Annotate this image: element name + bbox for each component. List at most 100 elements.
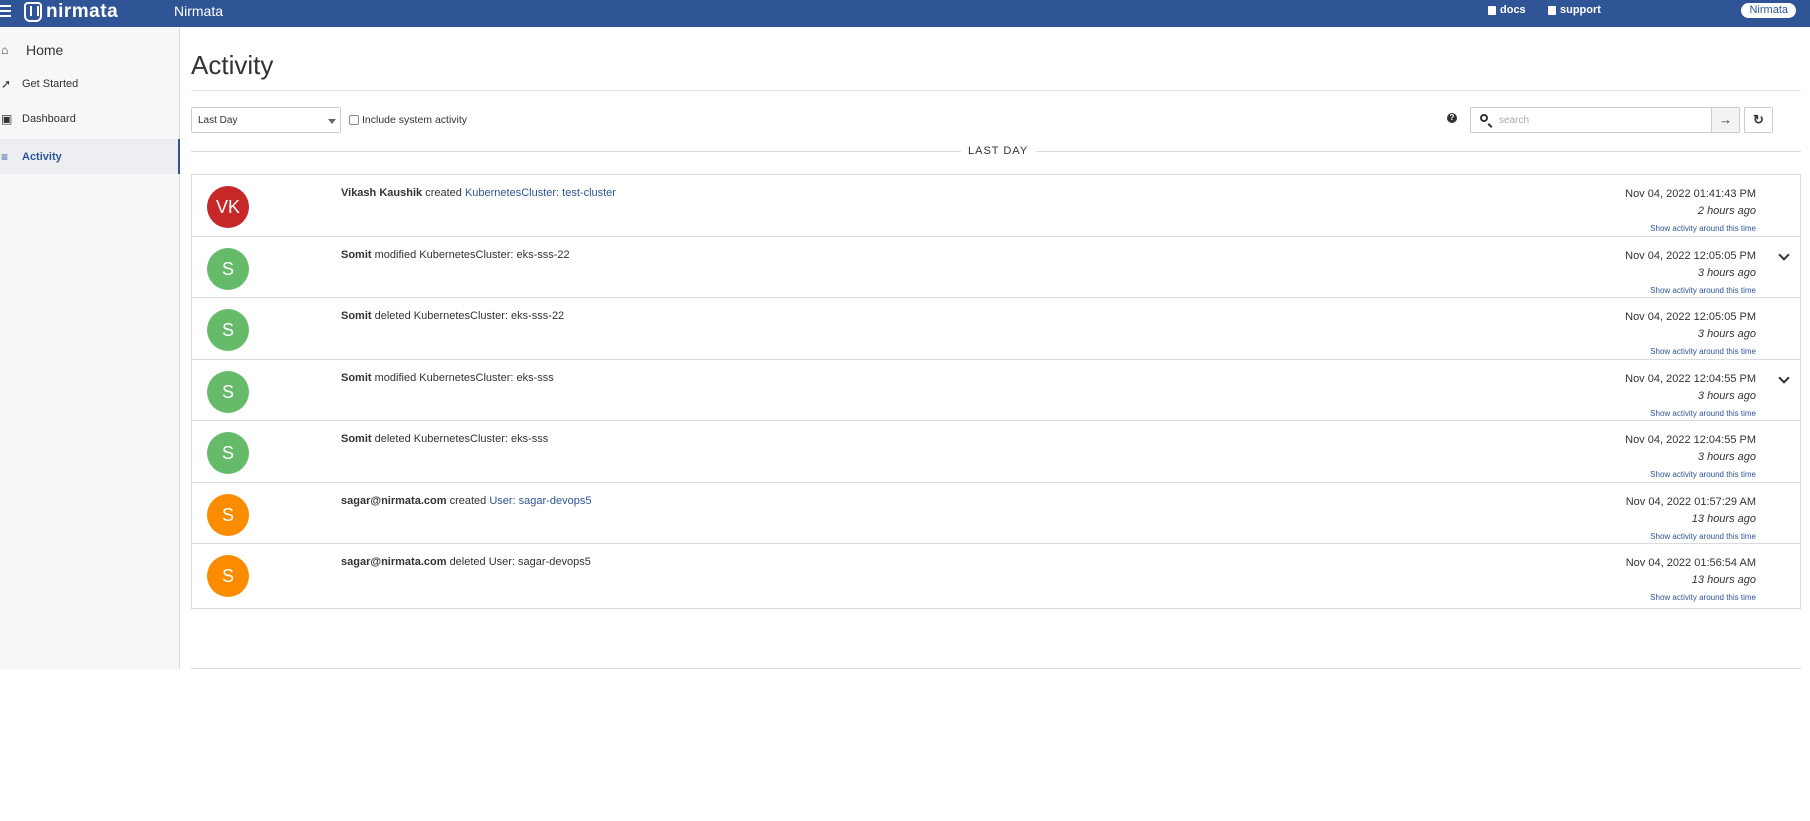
top-navbar: nirmata Nirmata docs support Nirmata bbox=[0, 0, 1810, 27]
activity-card: S Somit modified KubernetesCluster: eks-s… bbox=[191, 358, 1801, 425]
show-activity-around-link[interactable]: Show activity around this time bbox=[1650, 532, 1756, 541]
caret-down-icon bbox=[328, 119, 336, 124]
activity-relative-time: 3 hours ago bbox=[1697, 328, 1756, 340]
time-range-select[interactable]: Last Day bbox=[191, 107, 341, 133]
activity-relative-time: 3 hours ago bbox=[1697, 266, 1756, 279]
sidebar-item-label: Get Started bbox=[22, 78, 79, 90]
activity-actor: sagar@nirmata.com bbox=[341, 494, 447, 507]
user-menu-button[interactable]: Nirmata bbox=[1741, 3, 1796, 18]
avatar: S bbox=[207, 247, 249, 290]
avatar: S bbox=[207, 309, 249, 351]
activity-object: KubernetesCluster: eks-sss bbox=[413, 433, 549, 445]
time-range-value: Last Day bbox=[198, 115, 238, 126]
activity-timestamp: Nov 04, 2022 12:05:05 PM bbox=[1625, 249, 1756, 262]
show-activity-around-link[interactable]: Show activity around this time bbox=[1650, 286, 1756, 295]
activity-actor: Somit bbox=[341, 310, 372, 322]
show-activity-around-link[interactable]: Show activity around this time bbox=[1650, 409, 1756, 418]
activity-actor: Somit bbox=[341, 248, 372, 261]
activity-card: Ssagar@nirmata.com deleted User: sagar-d… bbox=[191, 543, 1801, 609]
activity-object: KubernetesCluster: eks-sss-22 bbox=[419, 248, 570, 261]
dashboard-icon: ▣ bbox=[1, 112, 13, 126]
menu-toggle-icon[interactable] bbox=[0, 5, 12, 19]
docs-label: docs bbox=[1500, 4, 1526, 16]
activity-verb: deleted bbox=[449, 556, 486, 568]
sidebar-item-get-started[interactable]: ➚ Get Started bbox=[0, 73, 180, 95]
list-icon: ≡ bbox=[1, 149, 9, 164]
activity-card: S Somit modified KubernetesCluster: eks-s… bbox=[191, 235, 1801, 302]
activity-actor: sagar@nirmata.com bbox=[341, 556, 447, 568]
home-icon: ⌂ bbox=[1, 43, 9, 57]
logo-text: nirmata bbox=[46, 1, 119, 22]
sidebar-item-home[interactable]: ⌂ Home bbox=[0, 37, 180, 63]
avatar: VK bbox=[207, 186, 249, 228]
activity-description: Somit deleted KubernetesCluster: eks-sss bbox=[341, 433, 548, 445]
include-system-label: Include system activity bbox=[362, 114, 468, 126]
docs-link[interactable]: docs bbox=[1488, 4, 1526, 16]
show-activity-around-link[interactable]: Show activity around this time bbox=[1650, 470, 1756, 479]
search-submit-button[interactable]: → bbox=[1711, 108, 1739, 132]
refresh-button[interactable]: ↻ bbox=[1744, 107, 1773, 133]
title-divider bbox=[191, 90, 1801, 91]
page-title: Activity bbox=[191, 50, 274, 80]
list-bottom-rule bbox=[191, 668, 1801, 669]
activity-verb: deleted bbox=[374, 433, 411, 445]
period-divider: LAST DAY bbox=[191, 145, 1801, 157]
activity-card: S Somit deleted KubernetesCluster: eks-ss… bbox=[191, 297, 1801, 363]
activity-verb: modified bbox=[374, 371, 417, 384]
phone-icon bbox=[1548, 5, 1556, 15]
activity-actor: Somit bbox=[341, 433, 372, 445]
activity-description: sagar@nirmata.com created User: sagar-de… bbox=[341, 495, 591, 507]
activity-timestamp: Nov 04, 2022 12:04:55 PM bbox=[1625, 434, 1756, 446]
show-activity-around-link[interactable]: Show activity around this time bbox=[1650, 593, 1756, 602]
activity-object: User: sagar-devops5 bbox=[488, 556, 591, 568]
activity-object: KubernetesCluster: eks-sss-22 bbox=[413, 310, 565, 322]
logo-mark-icon bbox=[24, 2, 42, 22]
show-activity-around-link[interactable]: Show activity around this time bbox=[1650, 347, 1756, 356]
activity-object[interactable]: KubernetesCluster: test-cluster bbox=[465, 187, 616, 199]
activity-relative-time: 13 hours ago bbox=[1691, 574, 1756, 586]
activity-verb: created bbox=[425, 187, 462, 199]
divider-line-left bbox=[191, 151, 961, 152]
activity-object: KubernetesCluster: eks-sss bbox=[419, 371, 554, 384]
divider-line-right bbox=[1036, 151, 1801, 152]
activity-actor: Vikash Kaushik bbox=[341, 187, 423, 199]
avatar: S bbox=[207, 493, 249, 536]
activity-description: Vikash Kaushik created KubernetesCluster… bbox=[341, 187, 616, 199]
book-icon bbox=[1488, 5, 1496, 15]
search-icon bbox=[1480, 114, 1488, 122]
sidebar-item-label: Activity bbox=[22, 150, 62, 163]
activity-verb: created bbox=[449, 494, 487, 507]
activity-verb: modified bbox=[374, 248, 417, 261]
show-activity-around-link[interactable]: Show activity around this time bbox=[1650, 224, 1756, 233]
chevron-down-icon[interactable] bbox=[1778, 248, 1790, 261]
activity-card: S Somit deleted KubernetesCluster: eks-ss… bbox=[191, 420, 1801, 486]
activity-verb: deleted bbox=[374, 310, 411, 322]
chevron-down-icon[interactable] bbox=[1778, 371, 1790, 384]
activity-object[interactable]: User: sagar-devops5 bbox=[489, 495, 591, 507]
activity-card: Ssagar@nirmata.com created User: sagar-d… bbox=[191, 481, 1801, 548]
sidebar-item-activity[interactable]: ≡ Activity bbox=[0, 139, 180, 174]
help-icon[interactable]: ? bbox=[1447, 113, 1457, 123]
search-input[interactable]: search bbox=[1499, 115, 1529, 126]
support-link[interactable]: support bbox=[1548, 4, 1601, 16]
app-name: Nirmata bbox=[174, 3, 224, 19]
activity-description: Somit deleted KubernetesCluster: eks-sss… bbox=[341, 310, 564, 322]
activity-timestamp: Nov 04, 2022 01:56:54 AM bbox=[1625, 557, 1756, 569]
checkbox-box[interactable] bbox=[349, 115, 359, 125]
activity-relative-time: 3 hours ago bbox=[1697, 389, 1756, 402]
activity-description: sagar@nirmata.com deleted User: sagar-de… bbox=[341, 556, 591, 568]
activity-relative-time: 3 hours ago bbox=[1697, 451, 1756, 463]
avatar: S bbox=[207, 555, 249, 597]
nirmata-logo[interactable]: nirmata bbox=[24, 1, 118, 23]
activity-relative-time: 13 hours ago bbox=[1691, 512, 1756, 525]
activity-actor: Somit bbox=[341, 371, 372, 384]
include-system-activity-checkbox[interactable]: Include system activity bbox=[349, 114, 467, 126]
activity-card: VK Vikash Kaushik created KubernetesClust… bbox=[191, 174, 1801, 240]
sidebar: ⌂ Home ➚ Get Started ▣ Dashboard ≡ Activ… bbox=[0, 27, 180, 669]
sidebar-item-label: Home bbox=[26, 42, 64, 58]
activity-description: Somit modified KubernetesCluster: eks-ss… bbox=[341, 372, 554, 384]
activity-timestamp: Nov 04, 2022 12:05:05 PM bbox=[1625, 311, 1756, 323]
activity-timestamp: Nov 04, 2022 01:41:43 PM bbox=[1625, 188, 1756, 200]
sidebar-item-dashboard[interactable]: ▣ Dashboard bbox=[0, 108, 180, 130]
search-box: search → bbox=[1470, 107, 1740, 133]
